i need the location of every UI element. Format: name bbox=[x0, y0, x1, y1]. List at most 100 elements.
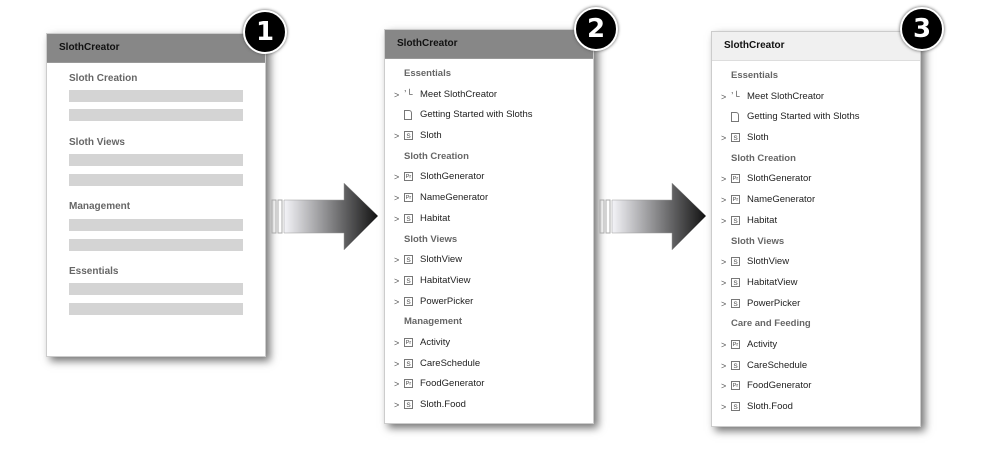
list-item[interactable]: Getting Started with Sloths bbox=[385, 105, 593, 126]
chevron-right-icon[interactable]: > bbox=[394, 126, 399, 147]
item-label: Meet SlothCreator bbox=[420, 88, 498, 100]
section-heading: Management bbox=[404, 316, 463, 328]
item-label: Meet SlothCreator bbox=[747, 90, 825, 102]
structure-icon: S bbox=[731, 277, 740, 287]
chevron-right-icon[interactable]: > bbox=[394, 250, 399, 271]
chevron-right-icon[interactable]: > bbox=[394, 209, 399, 230]
item-label: Getting Started with Sloths bbox=[747, 111, 860, 123]
section-heading: Sloth Creation bbox=[404, 150, 469, 162]
chevron-right-icon[interactable]: > bbox=[394, 271, 399, 292]
chevron-right-icon[interactable]: > bbox=[721, 190, 726, 211]
chevron-right-icon[interactable]: > bbox=[721, 211, 726, 232]
list-item[interactable]: > S CareSchedule bbox=[712, 356, 920, 377]
placeholder-bar bbox=[69, 283, 243, 295]
item-label: CareSchedule bbox=[747, 359, 808, 371]
section-heading: Care and Feeding bbox=[731, 318, 811, 330]
list-item[interactable]: > S HabitatView bbox=[385, 271, 593, 292]
placeholder-bar bbox=[69, 174, 243, 186]
list-item[interactable]: > S PowerPicker bbox=[712, 294, 920, 315]
list-item[interactable]: > Pr Activity bbox=[712, 335, 920, 356]
chevron-right-icon[interactable]: > bbox=[721, 87, 726, 108]
structure-icon: S bbox=[731, 298, 740, 308]
list-item[interactable]: > S CareSchedule bbox=[385, 354, 593, 375]
panel-1-placeholder-navigator: SlothCreator Sloth Creation Sloth Views … bbox=[46, 33, 266, 357]
chevron-right-icon[interactable]: > bbox=[394, 85, 399, 106]
list-item[interactable]: > S Habitat bbox=[385, 209, 593, 230]
chevron-right-icon[interactable]: > bbox=[721, 356, 726, 377]
list-item[interactable]: > S Sloth bbox=[385, 126, 593, 147]
protocol-icon: Pr bbox=[404, 193, 413, 203]
structure-icon: S bbox=[731, 133, 740, 143]
placeholder-bar bbox=[69, 109, 243, 121]
list-item[interactable]: > S Sloth.Food bbox=[712, 397, 920, 418]
list-item[interactable]: > S Sloth.Food bbox=[385, 395, 593, 416]
section-heading: Essentials bbox=[69, 266, 119, 277]
chevron-right-icon[interactable]: > bbox=[721, 335, 726, 356]
navigator-list: Essentials > ʼ└ Meet SlothCreator Getting St… bbox=[385, 59, 593, 416]
step-badge-3: 3 bbox=[900, 7, 944, 51]
navigator-list: Essentials > ʼ└ Meet SlothCreator Getting St… bbox=[712, 61, 920, 418]
chevron-right-icon[interactable]: > bbox=[721, 169, 726, 190]
arrow-right-icon bbox=[599, 182, 707, 251]
chevron-right-icon[interactable]: > bbox=[394, 292, 399, 313]
tutorial-icon: ʼ└ bbox=[404, 88, 413, 99]
chevron-right-icon[interactable]: > bbox=[394, 333, 399, 354]
list-item[interactable]: Getting Started with Sloths bbox=[712, 107, 920, 128]
item-label: NameGenerator bbox=[420, 192, 489, 204]
structure-icon: S bbox=[404, 400, 413, 409]
list-item[interactable]: > S PowerPicker bbox=[385, 292, 593, 313]
list-item[interactable]: > S SlothView bbox=[712, 252, 920, 273]
list-item[interactable]: > ʼ└ Meet SlothCreator bbox=[385, 85, 593, 106]
item-label: PowerPicker bbox=[747, 297, 801, 309]
chevron-right-icon[interactable]: > bbox=[721, 397, 726, 418]
list-item[interactable]: > Pr NameGenerator bbox=[712, 190, 920, 211]
chevron-right-icon[interactable]: > bbox=[394, 354, 399, 375]
step-badge-1: 1 bbox=[243, 10, 287, 54]
list-item[interactable]: > ʼ└ Meet SlothCreator bbox=[712, 87, 920, 108]
section-heading: Sloth Creation bbox=[731, 152, 796, 164]
item-label: SlothGenerator bbox=[420, 171, 485, 183]
list-item[interactable]: > S SlothView bbox=[385, 250, 593, 271]
item-label: SlothView bbox=[420, 254, 463, 266]
protocol-icon: Pr bbox=[404, 337, 413, 347]
item-label: Getting Started with Sloths bbox=[420, 109, 533, 121]
list-item[interactable]: > Pr FoodGenerator bbox=[712, 376, 920, 397]
chevron-right-icon[interactable]: > bbox=[394, 395, 399, 416]
placeholder-bar bbox=[69, 154, 243, 166]
list-item[interactable]: > Pr Activity bbox=[385, 333, 593, 354]
chevron-right-icon[interactable]: > bbox=[721, 294, 726, 315]
list-item[interactable]: > S HabitatView bbox=[712, 273, 920, 294]
placeholder-bar bbox=[69, 239, 243, 251]
item-label: HabitatView bbox=[747, 276, 798, 288]
list-item[interactable]: > Pr SlothGenerator bbox=[712, 169, 920, 190]
arrow-right-icon bbox=[271, 182, 379, 251]
chevron-right-icon[interactable]: > bbox=[394, 374, 399, 395]
chevron-right-icon[interactable]: > bbox=[394, 188, 399, 209]
section-heading: Sloth Views bbox=[69, 137, 125, 148]
chevron-right-icon[interactable]: > bbox=[394, 167, 399, 188]
item-label: SlothGenerator bbox=[747, 173, 812, 185]
list-item[interactable]: > Pr SlothGenerator bbox=[385, 167, 593, 188]
list-item[interactable]: > Pr FoodGenerator bbox=[385, 374, 593, 395]
chevron-right-icon[interactable]: > bbox=[721, 252, 726, 273]
item-label: NameGenerator bbox=[747, 194, 816, 206]
structure-icon: S bbox=[404, 255, 413, 265]
list-item[interactable]: > S Habitat bbox=[712, 211, 920, 232]
list-item[interactable]: > S Sloth bbox=[712, 128, 920, 149]
structure-icon: S bbox=[731, 402, 740, 411]
placeholder-bar bbox=[69, 303, 243, 315]
protocol-icon: Pr bbox=[731, 381, 740, 391]
structure-icon: S bbox=[731, 360, 740, 370]
section-heading: Management bbox=[69, 201, 131, 212]
list-item[interactable]: > Pr NameGenerator bbox=[385, 188, 593, 209]
structure-icon: S bbox=[731, 257, 740, 267]
chevron-right-icon[interactable]: > bbox=[721, 128, 726, 149]
document-icon bbox=[731, 112, 739, 123]
structure-icon: S bbox=[404, 131, 413, 141]
chevron-right-icon[interactable]: > bbox=[721, 376, 726, 397]
panel-3-navigator: SlothCreator Essentials > ʼ└ Meet SlothCrea… bbox=[711, 31, 921, 427]
structure-icon: S bbox=[404, 213, 413, 223]
chevron-right-icon[interactable]: > bbox=[721, 273, 726, 294]
structure-icon: S bbox=[404, 358, 413, 368]
item-label: SlothView bbox=[747, 256, 790, 268]
